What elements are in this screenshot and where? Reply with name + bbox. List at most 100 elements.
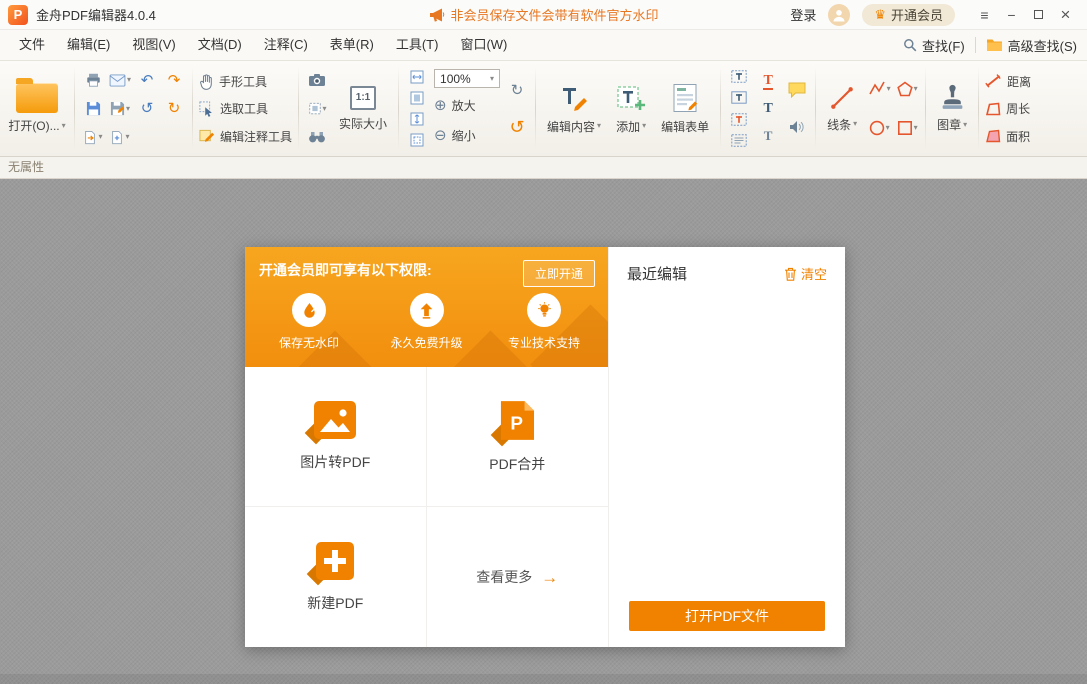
measure-distance-button[interactable]: 距离 [985, 68, 1031, 94]
text-lines-icon [731, 134, 747, 147]
text-underline-icon: T [763, 73, 772, 90]
text-box-button[interactable] [727, 87, 751, 108]
menu-window[interactable]: 窗口(W) [449, 30, 518, 60]
login-link[interactable]: 登录 [790, 5, 816, 24]
save-as-button[interactable]: ▾ [108, 97, 132, 121]
text-small-button[interactable]: T [756, 124, 780, 148]
minimize-button[interactable]: − [998, 3, 1025, 27]
select-tool-button[interactable]: 选取工具 [199, 96, 292, 122]
fit-width-icon [410, 70, 424, 84]
export-button[interactable]: ▾ [81, 125, 105, 149]
view-more-button[interactable]: 查看更多 → [427, 507, 609, 647]
fit-width-button[interactable] [405, 66, 429, 87]
one-to-one-icon: 1:1 [350, 86, 376, 110]
chevron-down-icon: ▾ [886, 124, 890, 132]
fit-page-button[interactable] [405, 87, 429, 108]
edit-form-button[interactable]: 编辑表单 [656, 64, 714, 153]
rectangle-tool-button[interactable]: ▾ [895, 116, 919, 140]
user-avatar[interactable] [828, 4, 850, 26]
zoom-level-select[interactable]: 100% ▾ [434, 69, 500, 88]
zoom-out-button[interactable]: ⊖ 缩小 [434, 122, 500, 148]
text-lines-button[interactable] [727, 130, 751, 151]
app-menu-button[interactable]: ≡ [971, 3, 998, 27]
close-button[interactable]: × [1052, 3, 1079, 27]
circle-tool-button[interactable]: ▾ [867, 116, 891, 140]
annotate-tool-button[interactable]: 编辑注释工具 [199, 123, 292, 149]
text-highlight-button[interactable] [727, 109, 751, 130]
window-title: 金舟PDF编辑器4.0.4 [36, 5, 156, 24]
select-tool-label: 选取工具 [220, 100, 268, 117]
maximize-button[interactable] [1025, 3, 1052, 27]
polyline-tool-button[interactable]: ▾ [867, 77, 891, 101]
rotate-view-button[interactable]: ↺ [505, 115, 529, 139]
export-icon [83, 130, 97, 145]
new-document-button[interactable]: ▾ [108, 125, 132, 149]
add-content-icon [616, 83, 646, 113]
open-file-button[interactable]: 打开(O)... ▾ [6, 64, 68, 153]
new-pdf-button[interactable]: 新建PDF [245, 507, 427, 647]
menu-tools[interactable]: 工具(T) [385, 30, 450, 60]
rotate-right-button[interactable]: ↻ [162, 97, 186, 121]
zoom-in-label: 放大 [452, 97, 476, 114]
menu-view[interactable]: 视图(V) [121, 30, 186, 60]
hand-tool-button[interactable]: 手形工具 [199, 68, 292, 94]
pdf-merge-button[interactable]: P PDF合并 [427, 367, 609, 507]
close-icon: × [1061, 5, 1071, 25]
fit-page-icon [410, 91, 424, 105]
text-style-group: T T T [756, 64, 780, 153]
area-label: 面积 [1006, 128, 1030, 145]
open-pdf-file-button[interactable]: 打开PDF文件 [629, 601, 825, 631]
comment-group [785, 64, 809, 153]
refresh-view-button[interactable]: ↻ [505, 78, 529, 102]
save-icon [86, 101, 101, 116]
clear-recent-button[interactable]: 清空 [784, 264, 827, 283]
menu-file[interactable]: 文件 [8, 30, 56, 60]
comment-bubble-button[interactable] [785, 78, 809, 102]
feature-tech-support: 专业技术支持 [496, 293, 592, 351]
add-text-button[interactable]: T [756, 69, 780, 93]
rotate-right-icon: ↻ [168, 101, 181, 116]
typewriter-button[interactable]: T [756, 97, 780, 121]
add-content-button[interactable]: 添加▾ [611, 64, 651, 153]
actual-size-button[interactable]: 1:1 实际大小 [334, 64, 392, 153]
edit-content-button[interactable]: 编辑内容▾ [542, 64, 606, 153]
trash-icon [784, 267, 797, 281]
undo-button[interactable]: ↶ [135, 68, 159, 92]
toolbar-separator [535, 67, 536, 150]
no-watermark-icon [292, 293, 326, 327]
activate-vip-button[interactable]: 立即开通 [523, 260, 595, 287]
line-tool-button[interactable]: 线条▾ [822, 64, 862, 153]
chevron-down-icon: ▾ [98, 133, 102, 141]
rotate-left-button[interactable]: ↺ [135, 97, 159, 121]
measure-area-button[interactable]: 面积 [985, 123, 1031, 149]
menu-document[interactable]: 文档(D) [187, 30, 253, 60]
find-button[interactable]: 查找(F) [903, 36, 965, 55]
redo-button[interactable]: ↷ [162, 68, 186, 92]
camera-button[interactable] [305, 68, 329, 92]
main-toolbar: 打开(O)... ▾ ▾ ↶ ↷ [0, 61, 1087, 157]
image-to-pdf-button[interactable]: 图片转PDF [245, 367, 427, 507]
vip-upgrade-button[interactable]: ♛ 开通会员 [862, 4, 955, 26]
fit-visible-button[interactable] [405, 130, 429, 151]
menu-edit[interactable]: 编辑(E) [56, 30, 121, 60]
fit-height-button[interactable] [405, 109, 429, 130]
save-button[interactable] [81, 97, 105, 121]
chevron-down-icon: ▾ [887, 85, 891, 93]
printer-icon [85, 72, 102, 88]
menu-form[interactable]: 表单(R) [319, 30, 385, 60]
print-button[interactable] [81, 68, 105, 92]
polygon-tool-button[interactable]: ▾ [895, 77, 919, 101]
zoom-in-button[interactable]: ⊕ 放大 [434, 92, 500, 118]
advanced-find-button[interactable]: 高级查找(S) [986, 36, 1077, 55]
welcome-dialog: 开通会员即可享有以下权限: 立即开通 保存无水印 [245, 247, 845, 647]
stamp-button[interactable]: 图章▾ [932, 64, 972, 153]
snapshot-button[interactable]: ▾ [305, 97, 329, 121]
text-field-button[interactable] [727, 66, 751, 87]
quick-actions-grid: 图片转PDF P PDF合并 新建PDF [245, 367, 608, 647]
email-button[interactable]: ▾ [108, 68, 132, 92]
fit-height-icon [410, 112, 424, 126]
audio-comment-button[interactable] [785, 115, 809, 139]
menu-comment[interactable]: 注释(C) [253, 30, 319, 60]
measure-perimeter-button[interactable]: 周长 [985, 96, 1031, 122]
search-document-button[interactable] [305, 125, 329, 149]
